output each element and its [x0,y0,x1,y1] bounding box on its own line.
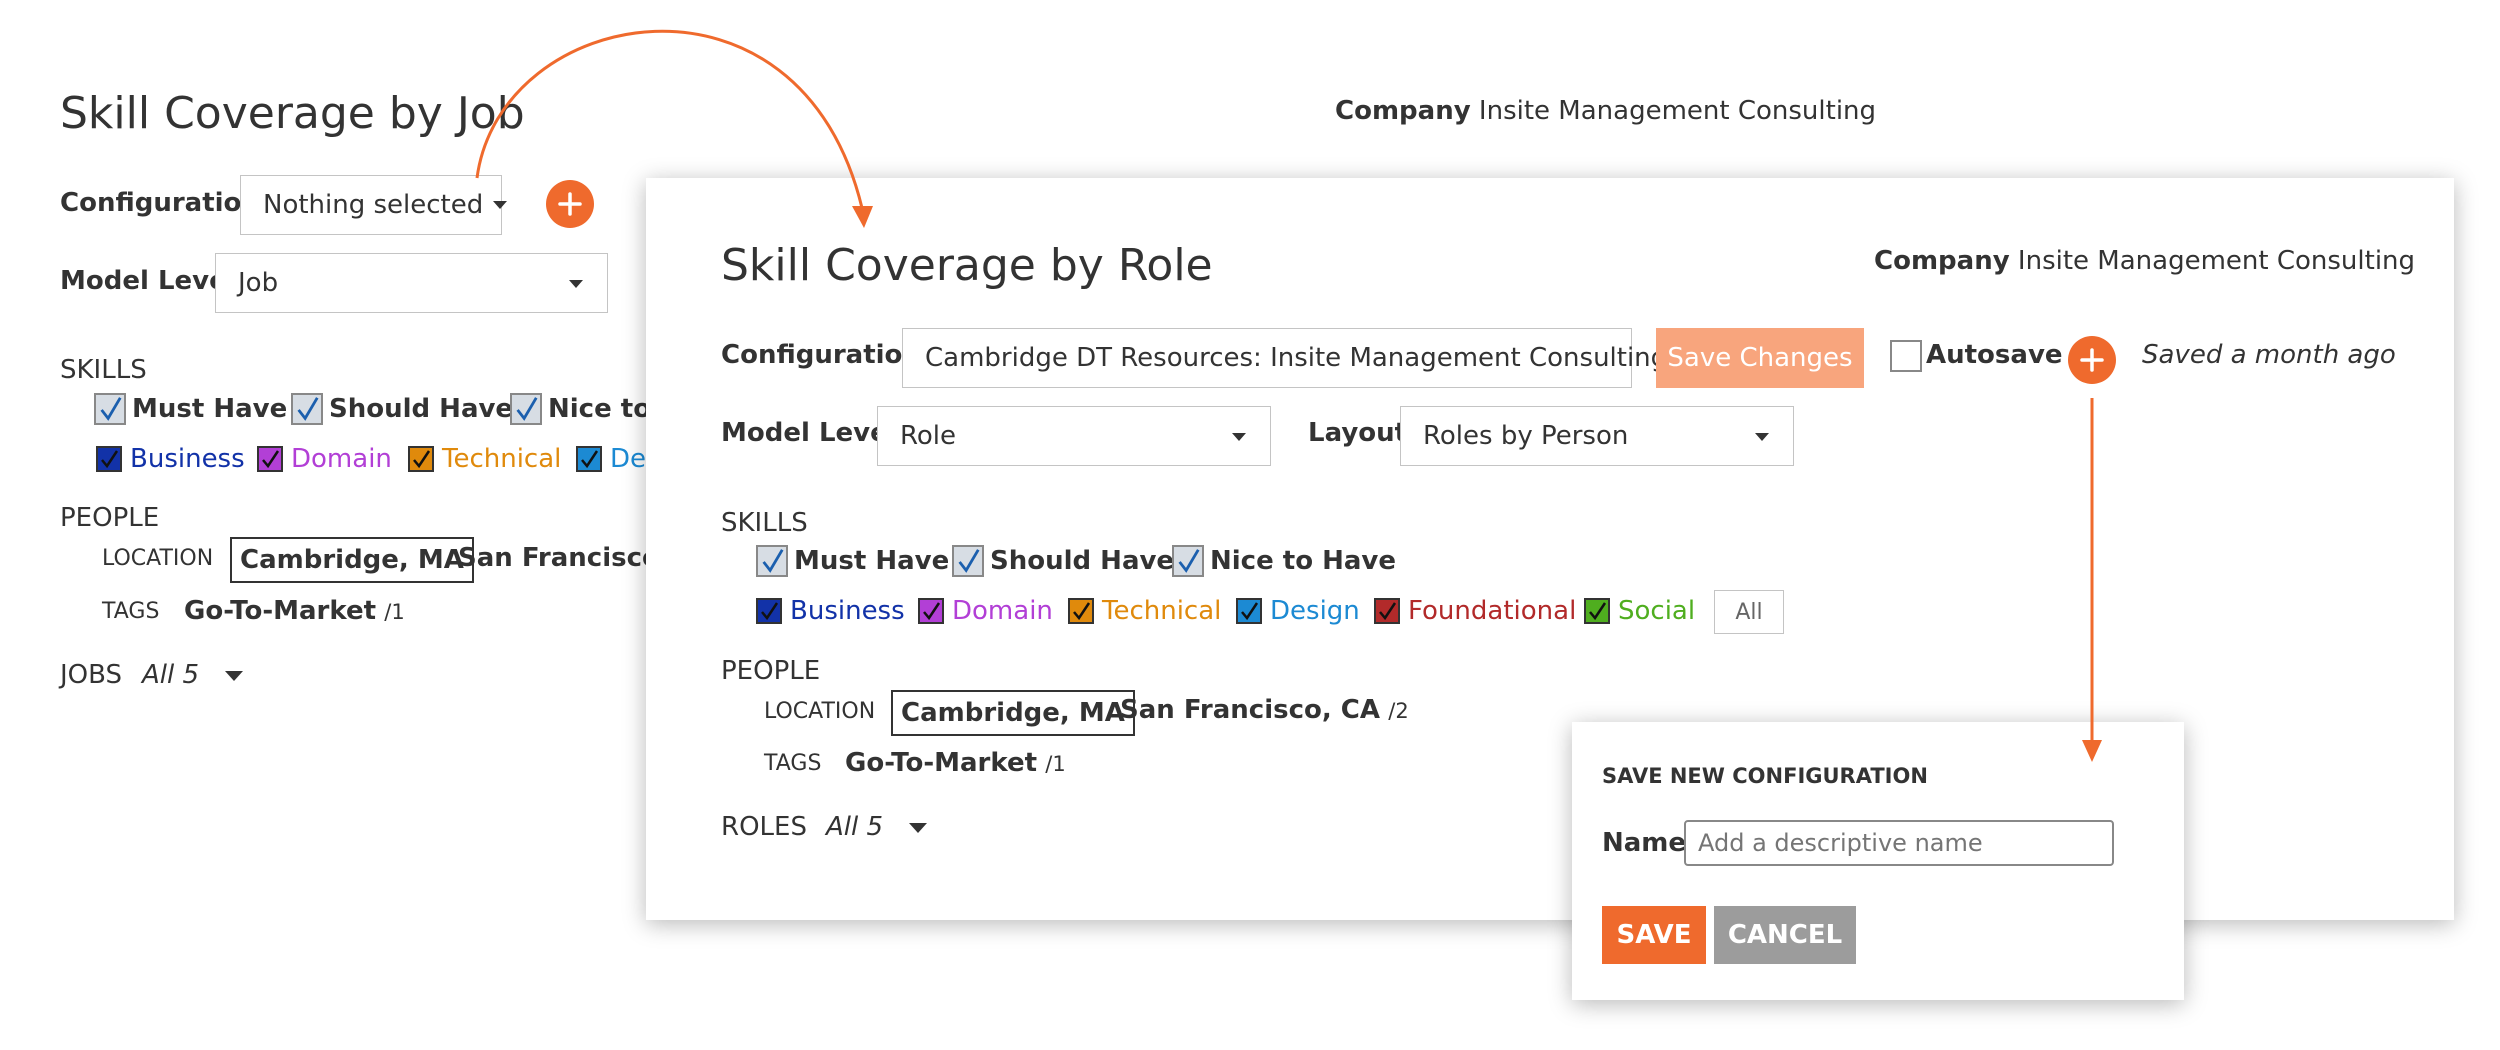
company-name: Insite Management Consulting [2017,246,2416,276]
checkbox-checked-icon [94,393,126,425]
configuration-value: Nothing selected [263,190,484,220]
page-title: Skill Coverage by Job [60,88,525,139]
tags-label: TAGS [764,751,822,776]
company-info: Company Insite Management Consulting [1874,246,2415,276]
plus-icon [2080,348,2104,372]
checkbox-checked-icon [1236,598,1262,624]
cancel-button[interactable]: CANCEL [1714,906,1856,964]
category-business[interactable]: Business [756,596,905,626]
name-input[interactable] [1684,820,2114,866]
location-label: LOCATION [102,546,214,571]
checkbox-checked-icon [952,545,984,577]
company-label: Company [1874,246,2010,276]
checkbox-checked-icon [1374,598,1400,624]
people-heading: PEOPLE [721,656,821,686]
category-domain[interactable]: Domain [257,444,392,474]
layout-label: Layout [1308,418,1408,448]
category-technical[interactable]: Technical [408,444,561,474]
jobs-value: All 5 [142,660,200,690]
model-level-value: Role [900,421,957,451]
jobs-filter[interactable]: All 5 [142,660,244,690]
model-level-select[interactable]: Job [215,253,608,313]
chevron-down-icon [569,280,583,288]
skills-heading: SKILLS [60,355,147,385]
category-foundational[interactable]: Foundational [1374,596,1576,626]
checkbox-checked-icon [96,446,122,472]
checkbox-checked-icon [1584,598,1610,624]
category-domain[interactable]: Domain [918,596,1053,626]
priority-nice-to-have[interactable]: Nice to [510,393,651,425]
configuration-select[interactable]: Cambridge DT Resources: Insite Managemen… [902,328,1692,388]
chevron-down-icon [225,670,244,681]
chevron-down-icon [1755,433,1769,441]
priority-should-have[interactable]: Should Have [952,545,1174,577]
configuration-select[interactable]: Nothing selected [240,175,508,235]
category-business[interactable]: Business [96,444,245,474]
roles-filter[interactable]: All 5 [826,812,928,842]
people-heading: PEOPLE [60,503,160,533]
priority-should-have[interactable]: Should Have [291,393,513,425]
checkbox-checked-icon [756,545,788,577]
company-label: Company [1335,96,1471,126]
configuration-label: Configuration [721,340,921,370]
all-categories-button[interactable]: All [1714,590,1784,634]
autosave-checkbox[interactable] [1890,340,1922,372]
priority-nice-to-have[interactable]: Nice to Have [1172,545,1396,577]
layout-select[interactable]: Roles by Person [1400,406,1794,466]
priority-must-have[interactable]: Must Have [94,393,287,425]
chevron-down-icon [909,822,928,833]
company-info: Company Insite Management Consulting [1335,96,1876,126]
name-label: Name [1602,828,1687,858]
company-name: Insite Management Consulting [1478,96,1877,126]
checkbox-checked-icon [756,598,782,624]
jobs-label: JOBS [60,660,123,690]
chevron-down-icon [1232,433,1246,441]
tag-go-to-market[interactable]: Go-To-Market /1 [845,748,1066,778]
checkbox-checked-icon [257,446,283,472]
save-configuration-dialog: SAVE NEW CONFIGURATION Name SAVE CANCEL [1572,722,2184,1000]
location-cambridge[interactable]: Cambridge, MA [230,537,474,583]
save-button[interactable]: SAVE [1602,906,1706,964]
roles-label: ROLES [721,812,807,842]
category-social[interactable]: Social [1584,596,1695,626]
category-design[interactable]: Design [1236,596,1360,626]
model-level-label: Model Level [721,418,897,448]
category-technical[interactable]: Technical [1068,596,1221,626]
autosave-label: Autosave [1926,340,2063,370]
add-configuration-button[interactable] [2068,336,2116,384]
model-level-label: Model Level [60,266,236,296]
checkbox-checked-icon [510,393,542,425]
priority-must-have[interactable]: Must Have [756,545,949,577]
roles-value: All 5 [826,812,884,842]
page-title: Skill Coverage by Role [721,240,1213,291]
tag-go-to-market[interactable]: Go-To-Market /1 [184,596,405,626]
checkbox-checked-icon [918,598,944,624]
checkbox-checked-icon [1068,598,1094,624]
skills-heading: SKILLS [721,508,808,538]
checkbox-checked-icon [576,446,602,472]
location-cambridge[interactable]: Cambridge, MA [891,690,1135,736]
model-level-value: Job [238,268,279,298]
model-level-select[interactable]: Role [877,406,1271,466]
dialog-title: SAVE NEW CONFIGURATION [1602,764,1928,788]
checkbox-checked-icon [408,446,434,472]
tags-label: TAGS [102,599,160,624]
configuration-value: Cambridge DT Resources: Insite Managemen… [925,343,1668,373]
checkbox-checked-icon [291,393,323,425]
location-label: LOCATION [764,699,876,724]
saved-status: Saved a month ago [2142,340,2396,370]
checkbox-checked-icon [1172,545,1204,577]
add-configuration-button[interactable] [546,180,594,228]
layout-value: Roles by Person [1423,421,1629,451]
location-san-francisco[interactable]: San Francisco, CA /2 [1120,695,1409,725]
chevron-down-icon [493,201,508,209]
configuration-label: Configuration [60,188,260,218]
save-changes-button[interactable]: Save Changes [1656,328,1864,388]
plus-icon [558,192,582,216]
